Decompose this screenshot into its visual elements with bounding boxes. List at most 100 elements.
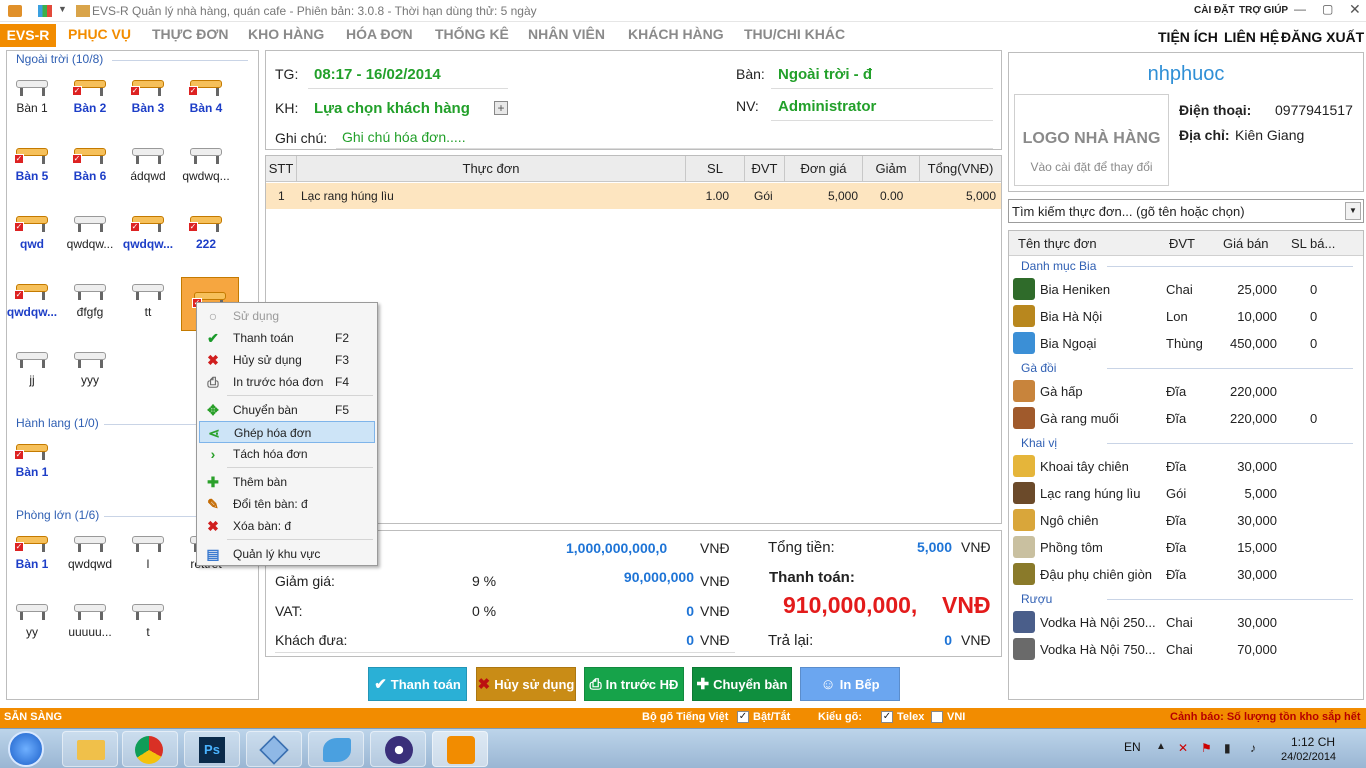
context-menu-item[interactable]: ✎ Đổi tên bàn: đ (199, 493, 375, 515)
col-menu-unit[interactable]: ĐVT (1169, 231, 1195, 256)
table-tile[interactable]: ✓ Bàn 4 (178, 66, 234, 124)
menu-item-row[interactable]: Bia Hà Nội Lon 10,000 0 (1009, 303, 1363, 330)
kitchen-print-button[interactable]: ☺ In Bếp (800, 667, 900, 701)
col-price[interactable]: Đơn giá (785, 156, 863, 182)
context-menu-item[interactable]: ✥ Chuyển bàn F5 (199, 399, 375, 421)
menu-item-row[interactable]: Bia Heniken Chai 25,000 0 (1009, 276, 1363, 303)
table-row[interactable]: 1 Lạc rang húng lìu 1.00 Gói 5,000 0.00 … (266, 183, 1001, 209)
menu-item-row[interactable]: Bia Ngoại Thùng 450,000 0 (1009, 330, 1363, 357)
context-menu-item[interactable]: ✚ Thêm bàn (199, 471, 375, 493)
menu-item-row[interactable]: Gà hấp Đĩa 220,000 (1009, 378, 1363, 405)
cancel-use-button[interactable]: ✖ Hủy sử dụng (476, 667, 576, 701)
table-tile[interactable]: ✓ Bàn 2 (62, 66, 118, 124)
table-tile[interactable]: Bàn 1 (4, 66, 60, 124)
table-tile[interactable]: yy (4, 590, 60, 648)
menu-search-input[interactable]: Tìm kiếm thực đơn... (gõ tên hoặc chọn) … (1008, 199, 1364, 223)
chevron-down-icon[interactable]: ▼ (1345, 202, 1361, 220)
tab-serve[interactable]: PHỤC VỤ (68, 26, 131, 42)
menu-item-row[interactable]: Ngô chiên Đĩa 30,000 (1009, 507, 1363, 534)
table-tile[interactable]: đfgfg (62, 270, 118, 328)
table-tile[interactable]: ✓ 222 (178, 202, 234, 260)
menu-item-row[interactable]: Vodka Hà Nội 250... Chai 30,000 (1009, 609, 1363, 636)
pay-button[interactable]: ✔ Thanh toán (368, 667, 467, 701)
area-heading[interactable]: Phòng lớn (1/6) (16, 508, 99, 522)
menu-category-heading[interactable]: Rượu (1021, 592, 1052, 606)
help-link[interactable]: TRỢ GIÚP (1239, 5, 1288, 16)
table-tile[interactable]: ✓ Bàn 1 (4, 522, 60, 580)
table-tile[interactable]: qwdwq... (178, 134, 234, 192)
language-indicator[interactable]: EN (1124, 740, 1141, 754)
contact-link[interactable]: LIÊN HỆ (1224, 29, 1279, 45)
context-menu-item[interactable]: › Tách hóa đơn (199, 443, 375, 465)
minimize-icon[interactable]: — (1294, 2, 1306, 16)
context-menu-item[interactable]: ✖ Hủy sử dụng F3 (199, 349, 375, 371)
context-menu-item[interactable]: ○ Sử dụng (199, 305, 375, 327)
start-button[interactable] (8, 731, 44, 767)
table-tile[interactable]: qwdqw... (62, 202, 118, 260)
add-customer-icon[interactable]: + (494, 101, 508, 115)
network-icon[interactable]: ✕ (1178, 741, 1188, 755)
table-tile[interactable]: ✓ Bàn 1 (4, 430, 60, 488)
explorer-taskbar-icon[interactable] (62, 731, 118, 767)
dolphin-taskbar-icon[interactable] (308, 731, 364, 767)
tab-staff[interactable]: NHÂN VIÊN (528, 26, 605, 42)
menu-item-row[interactable]: Đậu phụ chiên giòn Đĩa 30,000 (1009, 561, 1363, 588)
table-tile[interactable]: ✓ qwdqw... (120, 202, 176, 260)
col-unit[interactable]: ĐVT (745, 156, 785, 182)
table-tile[interactable]: l (120, 522, 176, 580)
menu-category-heading[interactable]: Gà đồi (1021, 361, 1056, 375)
table-tile[interactable]: jj (4, 338, 60, 396)
table-tile[interactable]: tt (120, 270, 176, 328)
clock-time[interactable]: 1:12 CH (1291, 735, 1335, 749)
table-tile[interactable]: yyy (62, 338, 118, 396)
restaurant-logo[interactable]: LOGO NHÀ HÀNG Vào cài đặt để thay đổi (1014, 94, 1169, 186)
area-heading[interactable]: Hành lang (1/0) (16, 416, 99, 430)
utilities-link[interactable]: TIỆN ÍCH (1158, 29, 1218, 45)
print-preview-button[interactable]: ⎙ In trước HĐ (584, 667, 684, 701)
col-total[interactable]: Tổng(VNĐ) (920, 156, 1001, 182)
quick-access-icon[interactable] (38, 5, 52, 17)
table-tile[interactable]: qwdqwd (62, 522, 118, 580)
chrome-taskbar-icon[interactable] (122, 731, 178, 767)
virtualbox-taskbar-icon[interactable] (246, 731, 302, 767)
table-tile[interactable]: ✓ Bàn 3 (120, 66, 176, 124)
quick-access-dropdown-icon[interactable]: ▼ (58, 4, 67, 14)
evs-taskbar-icon[interactable] (432, 731, 488, 767)
context-menu-item[interactable]: ✔ Thanh toán F2 (199, 327, 375, 349)
note-input[interactable]: Ghi chú hóa đơn..... (342, 129, 466, 145)
flag-icon[interactable]: ⚑ (1201, 741, 1212, 755)
photoshop-taskbar-icon[interactable]: Ps (184, 731, 240, 767)
clock-date[interactable]: 24/02/2014 (1281, 751, 1336, 763)
col-stt[interactable]: STT (266, 156, 297, 182)
row-qty[interactable]: 1.00 (686, 183, 729, 209)
menu-category-heading[interactable]: Danh mục Bia (1021, 259, 1096, 273)
context-menu-item[interactable]: ⎙ In trước hóa đơn F4 (199, 371, 375, 393)
vni-checkbox[interactable] (931, 711, 943, 723)
signal-icon[interactable]: ▮ (1224, 741, 1231, 755)
menu-list[interactable]: Tên thực đơn ĐVT Giá bán SL bá... Danh m… (1008, 230, 1364, 700)
table-tile[interactable]: t (120, 590, 176, 648)
tab-statistics[interactable]: THỐNG KÊ (435, 26, 509, 42)
tab-invoice[interactable]: HÓA ĐƠN (346, 26, 413, 42)
show-hidden-icons[interactable]: ▲ (1156, 741, 1166, 752)
table-tile[interactable]: ✓ Bàn 5 (4, 134, 60, 192)
context-menu-item[interactable]: ⋖ Ghép hóa đơn (199, 421, 375, 443)
vat-percent[interactable]: 0 % (472, 603, 496, 619)
customer-paid-value[interactable]: 0 (566, 632, 694, 648)
tab-warehouse[interactable]: KHO HÀNG (248, 26, 324, 42)
menu-category-heading[interactable]: Khai vị (1021, 436, 1057, 450)
col-menu-price[interactable]: Giá bán (1223, 231, 1269, 256)
menu-item-row[interactable]: Lạc rang húng lìu Gói 5,000 (1009, 480, 1363, 507)
volume-icon[interactable]: ♪ (1250, 741, 1256, 755)
col-item[interactable]: Thực đơn (297, 156, 686, 182)
menu-item-row[interactable]: Vodka Hà Nội 750... Chai 70,000 (1009, 636, 1363, 663)
telex-checkbox[interactable]: ✓ (881, 711, 893, 723)
col-discount[interactable]: Giảm (863, 156, 920, 182)
table-tile[interactable]: uuuuu... (62, 590, 118, 648)
table-tile[interactable]: ✓ qwd (4, 202, 60, 260)
context-menu-item[interactable]: ▤ Quản lý khu vực (199, 543, 375, 565)
table-tile[interactable]: ádqwd (120, 134, 176, 192)
tab-income-expense[interactable]: THU/CHI KHÁC (744, 26, 845, 42)
table-tile[interactable]: ✓ qwdqw... (4, 270, 60, 328)
ime-toggle-checkbox[interactable]: ✓ (737, 711, 749, 723)
